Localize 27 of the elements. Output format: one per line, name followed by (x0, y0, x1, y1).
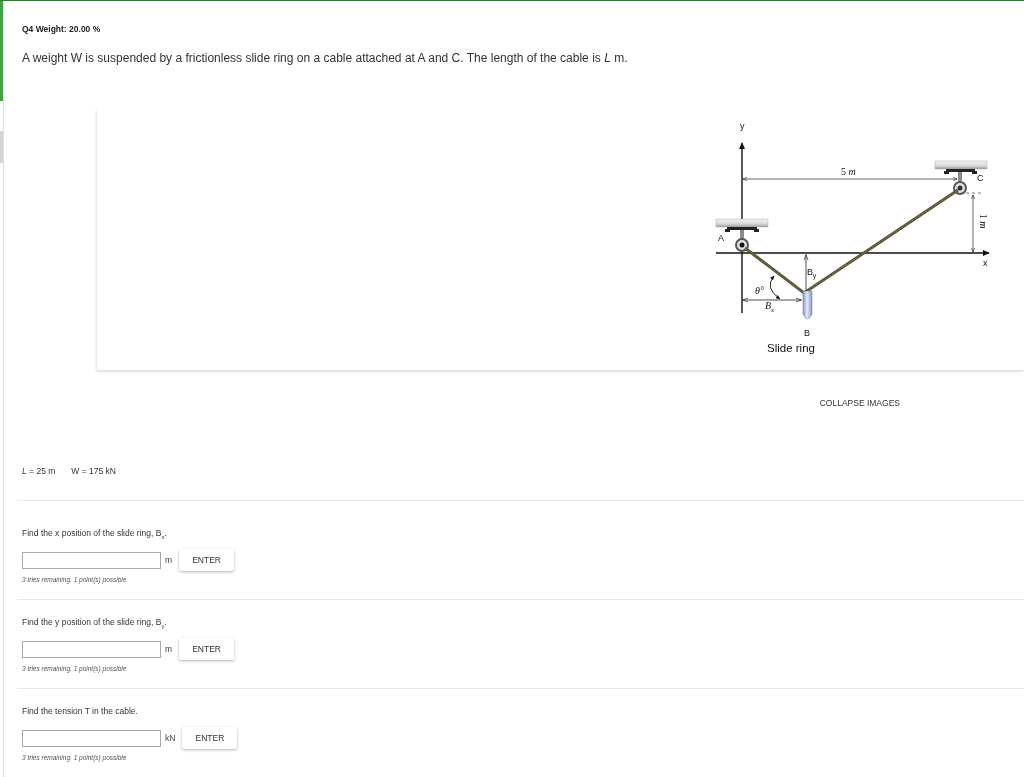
point-label: C (977, 174, 984, 183)
unit-label: m (165, 643, 173, 655)
diagram-caption: Slide ring (767, 343, 815, 355)
problem-statement: A weight W is suspended by a frictionless slide ring on a cable attached at A and C. The length of the cable is L m. (22, 51, 629, 66)
question-prompt: Find the tension T in the cable. (22, 705, 139, 717)
enter-button[interactable]: ENTER (179, 549, 235, 571)
given-value: W = 175 kN (71, 466, 116, 476)
axis-label: x (983, 259, 988, 268)
force-label: B$_{x}$ (765, 301, 775, 311)
point-label: A (718, 234, 724, 243)
question-prompt: Find the y position of the slide ring, B$_{y}$. (22, 616, 168, 628)
unit-label: kN (165, 732, 176, 744)
enter-button[interactable]: ENTER (179, 638, 235, 660)
dimension-label: 5 m (841, 167, 856, 177)
axis-label: y (740, 122, 745, 131)
point-label: B (804, 329, 810, 338)
collapse-images-link[interactable]: COLLAPSE IMAGES (819, 397, 900, 409)
answer-field[interactable] (22, 640, 161, 658)
given-value: L = 25 m (22, 466, 56, 476)
question-prompt: Find the x position of the slide ring, B$_{x}$. (22, 527, 168, 539)
question-weight: Q4 Weight: 20.00 % (22, 23, 102, 35)
dimension-label: 1 m (978, 213, 989, 229)
answer-field[interactable] (22, 729, 161, 747)
answer-field[interactable] (22, 551, 161, 569)
unit-label: m (165, 554, 173, 566)
enter-button[interactable]: ENTER (182, 727, 238, 749)
angle-label: θ° (755, 286, 764, 296)
